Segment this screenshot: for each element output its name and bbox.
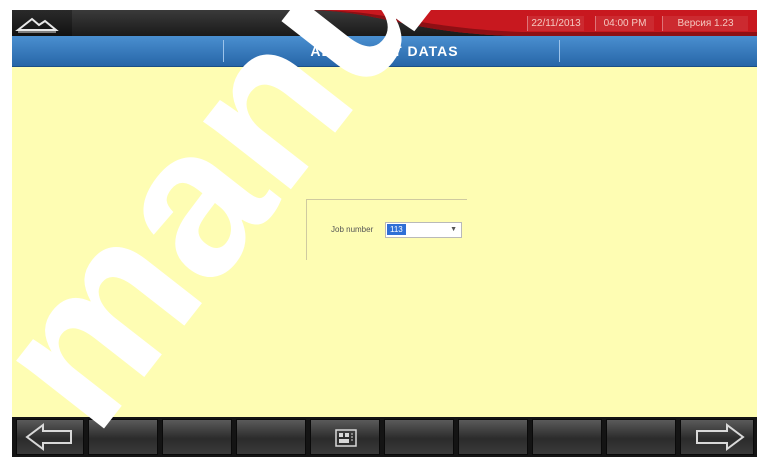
keyboard-icon xyxy=(335,429,357,447)
toolbar-button-8[interactable] xyxy=(532,419,602,455)
status-version: Версия 1.23 xyxy=(662,16,748,31)
page-header: ALIGNMENT DATAS xyxy=(12,36,757,67)
status-date: 22/11/2013 xyxy=(527,16,584,31)
keyboard-button[interactable] xyxy=(310,419,380,455)
app-logo xyxy=(12,10,72,36)
toolbar-button-7[interactable] xyxy=(458,419,528,455)
page-title: ALIGNMENT DATAS xyxy=(310,43,459,59)
job-number-select[interactable]: 113 ▼ xyxy=(385,222,462,238)
job-number-value: 113 xyxy=(387,224,406,235)
toolbar-button-3[interactable] xyxy=(162,419,232,455)
toolbar-button-6[interactable] xyxy=(384,419,454,455)
toolbar-button-9[interactable] xyxy=(606,419,676,455)
back-arrow-icon xyxy=(25,423,72,451)
mountain-logo-icon xyxy=(15,17,59,33)
job-number-label: Job number xyxy=(331,225,374,234)
toolbar-button-2[interactable] xyxy=(88,419,158,455)
chevron-down-icon[interactable]: ▼ xyxy=(450,224,457,236)
status-time: 04:00 PM xyxy=(595,16,654,31)
status-bar: 22/11/2013 04:00 PM Версия 1.23 xyxy=(12,10,757,36)
app-screen: 22/11/2013 04:00 PM Версия 1.23 ALIGNMEN… xyxy=(12,10,757,457)
forward-button[interactable] xyxy=(680,419,754,455)
bottom-toolbar xyxy=(12,417,757,457)
job-number-panel: Job number 113 ▼ xyxy=(306,199,467,260)
back-button[interactable] xyxy=(16,419,84,455)
forward-arrow-icon xyxy=(696,423,745,451)
toolbar-button-4[interactable] xyxy=(236,419,306,455)
